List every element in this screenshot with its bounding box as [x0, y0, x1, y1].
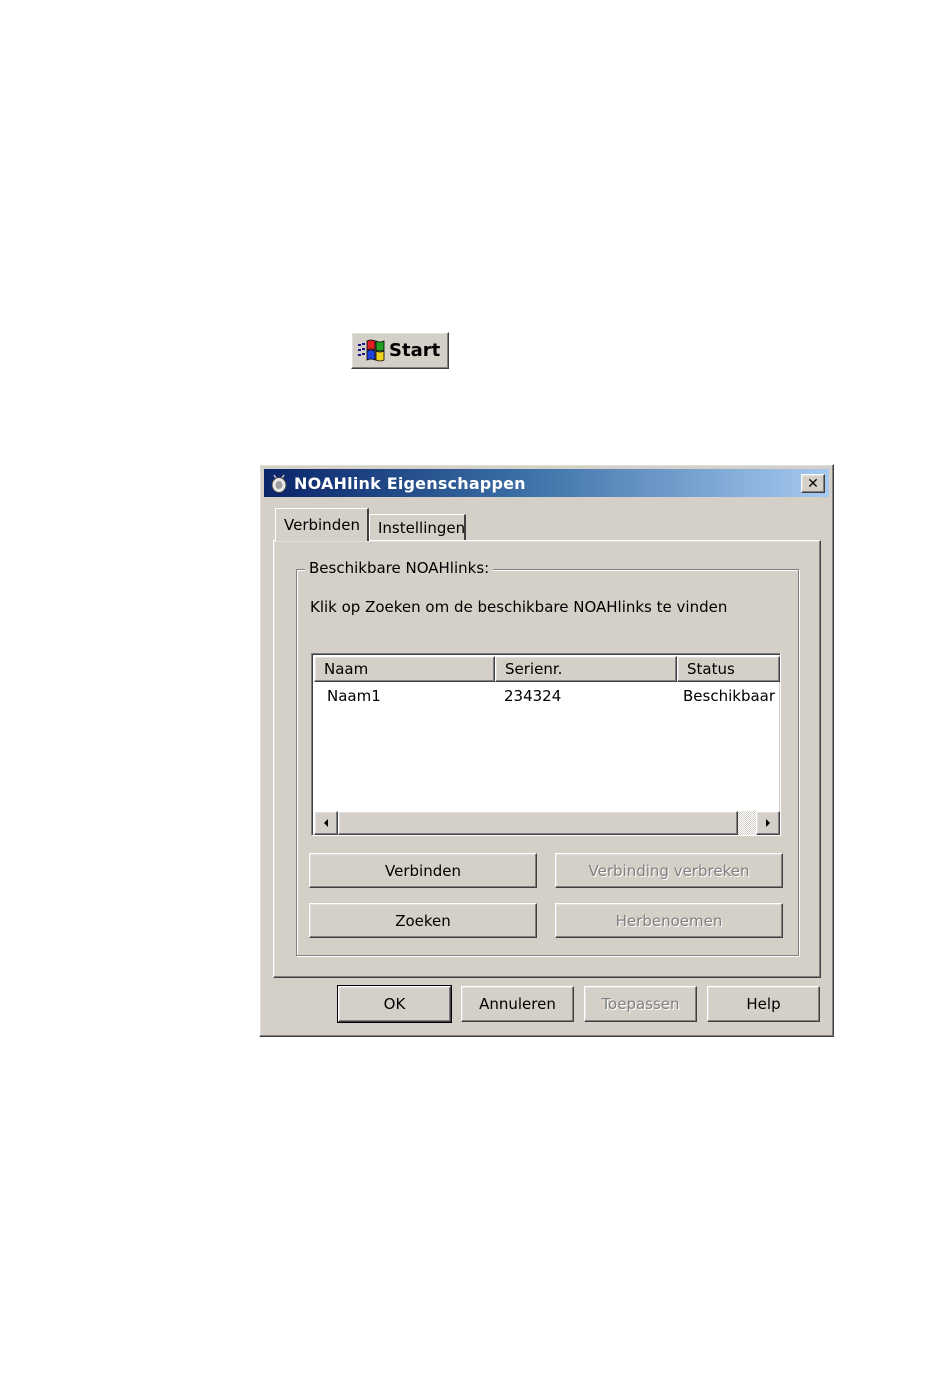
tab-label: Verbinden: [284, 516, 360, 534]
scroll-right-button[interactable]: [756, 811, 780, 835]
windows-flag-icon: [358, 339, 385, 361]
close-button[interactable]: ✕: [801, 474, 825, 493]
column-label: Status: [687, 660, 735, 678]
tab-label: Instellingen: [378, 519, 466, 537]
column-header-status[interactable]: Status: [677, 656, 780, 682]
start-button[interactable]: Start: [351, 332, 449, 369]
horizontal-scrollbar[interactable]: [314, 811, 780, 835]
scroll-thumb[interactable]: [338, 811, 738, 835]
verbinden-button[interactable]: Verbinden: [309, 853, 537, 888]
herbenoemen-button[interactable]: Herbenoemen: [555, 903, 783, 938]
title-bar[interactable]: NOAHlink Eigenschappen ✕: [264, 469, 829, 497]
button-label: Zoeken: [395, 911, 451, 930]
instruction-text: Klik op Zoeken om de beschikbare NOAHlin…: [310, 598, 728, 616]
groupbox-label: Beschikbare NOAHlinks:: [305, 559, 494, 577]
column-label: Serienr.: [505, 660, 563, 678]
close-icon: ✕: [807, 475, 819, 492]
annuleren-button[interactable]: Annuleren: [461, 986, 574, 1022]
list-item-naam[interactable]: Naam1: [327, 687, 381, 705]
column-header-serienr[interactable]: Serienr.: [495, 656, 677, 682]
button-label: Toepassen: [601, 995, 680, 1013]
ok-button[interactable]: OK: [337, 985, 452, 1023]
verbinding-verbreken-button[interactable]: Verbinding verbreken: [555, 853, 783, 888]
button-label: Annuleren: [479, 995, 556, 1013]
dialog-title: NOAHlink Eigenschappen: [294, 473, 526, 493]
arrow-left-icon: [324, 819, 328, 827]
button-label: Verbinden: [385, 861, 461, 880]
column-label: Naam: [324, 660, 369, 678]
toepassen-button[interactable]: Toepassen: [584, 986, 697, 1022]
scroll-left-button[interactable]: [314, 811, 338, 835]
button-label: Help: [746, 995, 781, 1013]
start-label: Start: [389, 340, 441, 361]
arrow-right-icon: [766, 819, 770, 827]
button-label: Herbenoemen: [615, 911, 723, 930]
column-header-naam[interactable]: Naam: [314, 656, 495, 682]
button-label: OK: [383, 995, 406, 1013]
help-button[interactable]: Help: [707, 986, 820, 1022]
noahlinks-list[interactable]: Naam Serienr. Status Naam1 234324 Beschi…: [311, 653, 781, 836]
list-item-status[interactable]: Beschikbaar: [683, 687, 775, 705]
button-label: Verbinding verbreken: [588, 861, 750, 880]
list-item-serienr[interactable]: 234324: [504, 687, 561, 705]
zoeken-button[interactable]: Zoeken: [309, 903, 537, 938]
noahlink-app-icon: [271, 474, 287, 493]
tab-instellingen[interactable]: Instellingen: [369, 514, 466, 541]
tab-verbinden[interactable]: Verbinden: [275, 508, 369, 541]
